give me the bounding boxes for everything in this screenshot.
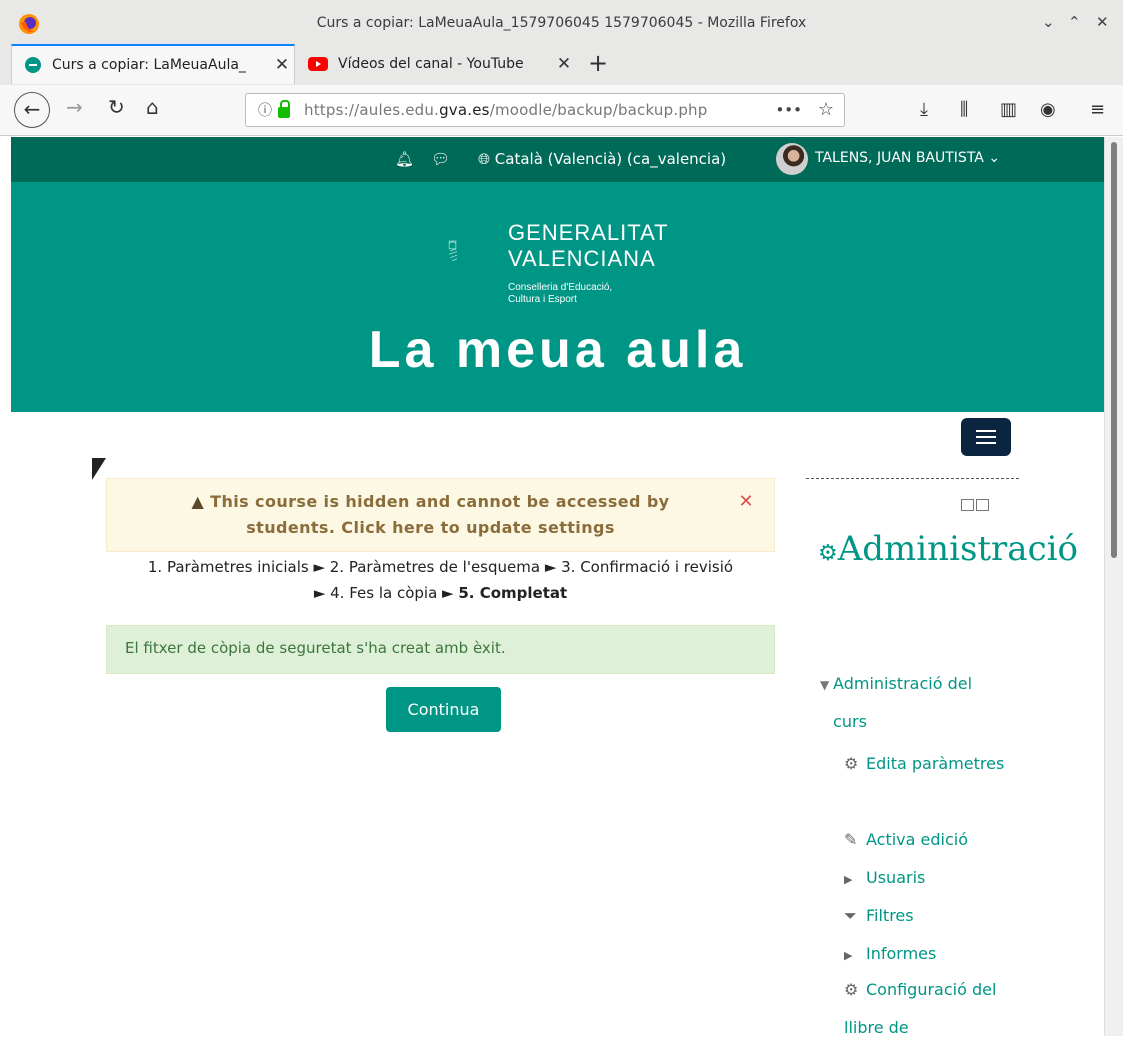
messages-icon[interactable]: 💬︎ (431, 150, 450, 168)
pencil-icon: ✎ (844, 830, 858, 849)
gears-icon: ⚙ (818, 541, 838, 566)
globe-icon: 🌐︎ (478, 150, 495, 168)
page-scrollbar[interactable] (1104, 137, 1123, 1036)
site-title[interactable]: La meua aula (11, 320, 1104, 380)
steps-line: ► 4. Fes la còpia ► 5. Completat (313, 584, 568, 602)
warning-icon: ▲ (191, 492, 211, 511)
home-icon[interactable]: ⌂ (146, 95, 159, 119)
scrollbar-thumb[interactable] (1111, 142, 1117, 558)
dock-icon (961, 499, 974, 511)
block-title: ⚙Administració (818, 529, 1078, 569)
download-icon[interactable]: ⤓ (920, 99, 928, 120)
hamburger-menu-button[interactable] (961, 418, 1011, 456)
block-controls[interactable] (961, 499, 991, 514)
tree-item-filters[interactable]: ⏷ Filtres (844, 897, 914, 935)
tree-item-turn-editing[interactable]: ✎ Activa edició (844, 821, 968, 859)
back-icon[interactable]: ← (14, 92, 50, 128)
menu-icon[interactable]: ≡ (1090, 99, 1105, 120)
site-banner: GENERALITAT VALENCIANA Conselleria d'Educ… (11, 182, 1104, 412)
forward-icon[interactable]: → (66, 95, 83, 119)
url-text: https://aules.edu.gva.es/moodle/backup/b… (304, 101, 708, 119)
caret-down-icon: ▼ (820, 678, 834, 692)
gear-icon: ⚙ (844, 980, 859, 999)
generalitat-logo-icon (448, 240, 458, 262)
filter-icon: ⏷ (844, 906, 857, 925)
info-icon[interactable]: ⓘ (258, 100, 272, 120)
bookmark-star-icon[interactable]: ☆ (818, 99, 834, 120)
sidebar-icon[interactable]: ▥ (1000, 99, 1017, 120)
youtube-icon (308, 57, 328, 71)
notifications-icon[interactable]: 🔔︎ (395, 150, 414, 168)
mouse-pointer-icon (92, 458, 106, 480)
language-menu[interactable]: 🌐︎ Català (Valencià) (ca_valencia) (478, 150, 726, 168)
gear-icon: ⚙ (844, 754, 859, 773)
page-content: ▲ This course is hidden and cannot be ac… (11, 412, 1104, 1038)
window-titlebar: Curs a copiar: LaMeuaAula_1579706045 157… (0, 0, 1123, 48)
caret-right-icon: ▶ (844, 873, 853, 886)
window-title: Curs a copiar: LaMeuaAula_1579706045 157… (316, 15, 807, 31)
success-alert: El fitxer de còpia de seguretat s'ha cre… (106, 625, 775, 674)
moodle-tab-icon (25, 57, 41, 73)
tree-item-reports[interactable]: ▶ Informes (844, 935, 936, 975)
new-tab-icon[interactable]: + (588, 49, 608, 77)
current-step: 5. Completat (458, 584, 568, 602)
user-menu[interactable]: TALENS, JUAN BAUTISTA ⌄ (815, 150, 1000, 166)
tab-label: Curs a copiar: LaMeuaAula_ (52, 57, 246, 73)
org-name: GENERALITAT VALENCIANA (508, 220, 669, 271)
hidden-course-warning[interactable]: ▲ This course is hidden and cannot be ac… (106, 478, 775, 552)
moodle-top-navbar: 🔔︎ 💬︎ 🌐︎ Català (Valencià) (ca_valencia)… (11, 137, 1104, 182)
page-actions-icon[interactable]: ••• (775, 101, 802, 119)
minimize-icon[interactable]: ⌄ (1042, 13, 1055, 31)
account-icon[interactable]: ◉ (1040, 99, 1056, 120)
tree-item-users[interactable]: ▶ Usuaris (844, 859, 925, 899)
administration-block: ⚙Administració ▼ Administració del curs … (806, 478, 1078, 1038)
backup-steps: 1. Paràmetres inicials ► 2. Paràmetres d… (106, 554, 775, 606)
reload-icon[interactable]: ↻ (108, 95, 125, 119)
library-icon[interactable]: ⫼ (960, 99, 968, 120)
lock-icon (278, 100, 290, 118)
dept-name: Conselleria d'Educació, Cultura i Esport (508, 282, 613, 305)
chevron-down-icon: ⌄ (988, 150, 1001, 166)
close-tab-icon[interactable]: ✕ (270, 55, 294, 75)
navigation-toolbar: ← → ↻ ⌂ ⓘ https://aules.edu.gva.es/moodl… (0, 85, 1123, 136)
tree-item-edit-settings[interactable]: ⚙ Edita paràmetres (844, 745, 1019, 783)
tab-course-copy[interactable]: Curs a copiar: LaMeuaAula_ ✕ (11, 44, 295, 84)
collapse-icon (976, 499, 989, 511)
steps-line: 1. Paràmetres inicials ► 2. Paràmetres d… (147, 558, 734, 576)
continue-button[interactable]: Continua (386, 687, 501, 732)
avatar[interactable] (776, 143, 808, 175)
dismiss-icon[interactable]: ✕ (739, 489, 754, 515)
tab-label: Vídeos del canal - YouTube (338, 56, 524, 72)
tab-strip: Curs a copiar: LaMeuaAula_ ✕ Vídeos del … (0, 44, 1123, 86)
url-bar[interactable]: ⓘ https://aules.edu.gva.es/moodle/backup… (245, 93, 845, 127)
maximize-icon[interactable]: ⌃ (1068, 13, 1081, 31)
close-window-icon[interactable]: ✕ (1096, 13, 1109, 31)
tab-youtube[interactable]: Vídeos del canal - YouTube ✕ (296, 44, 576, 84)
tree-item-course-admin[interactable]: ▼ Administració del curs (820, 665, 993, 741)
caret-right-icon: ▶ (844, 949, 853, 962)
close-tab-icon[interactable]: ✕ (552, 54, 576, 74)
